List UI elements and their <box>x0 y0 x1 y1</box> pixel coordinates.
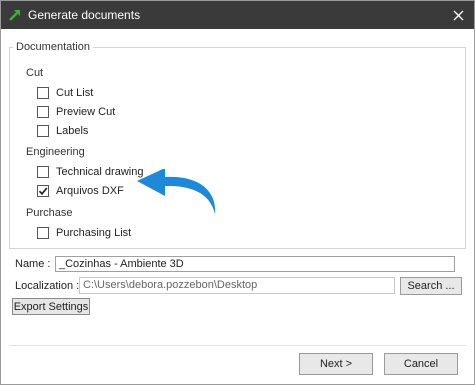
cancel-button[interactable]: Cancel <box>384 353 458 375</box>
checkbox-label: Purchasing List <box>56 226 132 239</box>
checkbox-box[interactable] <box>37 184 49 197</box>
checkbox-box[interactable] <box>37 226 49 239</box>
name-label: Name : <box>15 258 51 270</box>
checkbox-cut-list[interactable]: Cut List <box>37 85 93 100</box>
checkbox-label: Arquivos DXF <box>56 184 124 197</box>
blue-curved-arrow-icon <box>137 169 216 214</box>
close-icon <box>453 10 463 20</box>
checkbox-preview-cut[interactable]: Preview Cut <box>37 104 115 119</box>
checkbox-label: Labels <box>56 124 89 137</box>
green-arrow-icon <box>9 10 20 21</box>
documentation-legend: Documentation <box>13 41 93 53</box>
section-purchase: Purchase <box>26 207 73 219</box>
checkbox-label: Cut List <box>56 86 94 99</box>
section-cut: Cut <box>26 67 44 79</box>
checkbox-box[interactable] <box>37 105 49 118</box>
window-title: Generate documents <box>28 8 141 22</box>
search-button[interactable]: Search ... <box>400 277 462 295</box>
checkbox-arquivos-dxf[interactable]: Arquivos DXF <box>37 183 124 198</box>
checkbox-labels[interactable]: Labels <box>37 123 88 138</box>
checkbox-label: Preview Cut <box>56 105 116 118</box>
next-button[interactable]: Next > <box>299 353 373 375</box>
close-button[interactable] <box>446 4 470 26</box>
localization-field[interactable]: C:\Users\debora.pozzebon\Desktop <box>79 277 395 294</box>
export-settings-button[interactable]: Export Settings <box>12 298 90 315</box>
localization-label: Localization : <box>15 280 80 292</box>
checkbox-technical-drawing[interactable]: Technical drawing <box>37 164 143 179</box>
checkbox-box[interactable] <box>37 165 49 178</box>
checkbox-box[interactable] <box>37 124 49 137</box>
checkbox-purchasing-list[interactable]: Purchasing List <box>37 225 131 240</box>
section-engineering: Engineering <box>26 146 85 158</box>
generate-documents-dialog: Generate documents Documentation Cut Cut… <box>0 0 475 385</box>
checkbox-label: Technical drawing <box>56 165 144 178</box>
title-bar: Generate documents <box>1 1 474 29</box>
name-field[interactable]: _Cozinhas - Ambiente 3D <box>55 256 455 272</box>
checkbox-box[interactable] <box>37 86 49 99</box>
footer-divider <box>9 345 466 346</box>
checkmark-icon <box>38 186 48 195</box>
